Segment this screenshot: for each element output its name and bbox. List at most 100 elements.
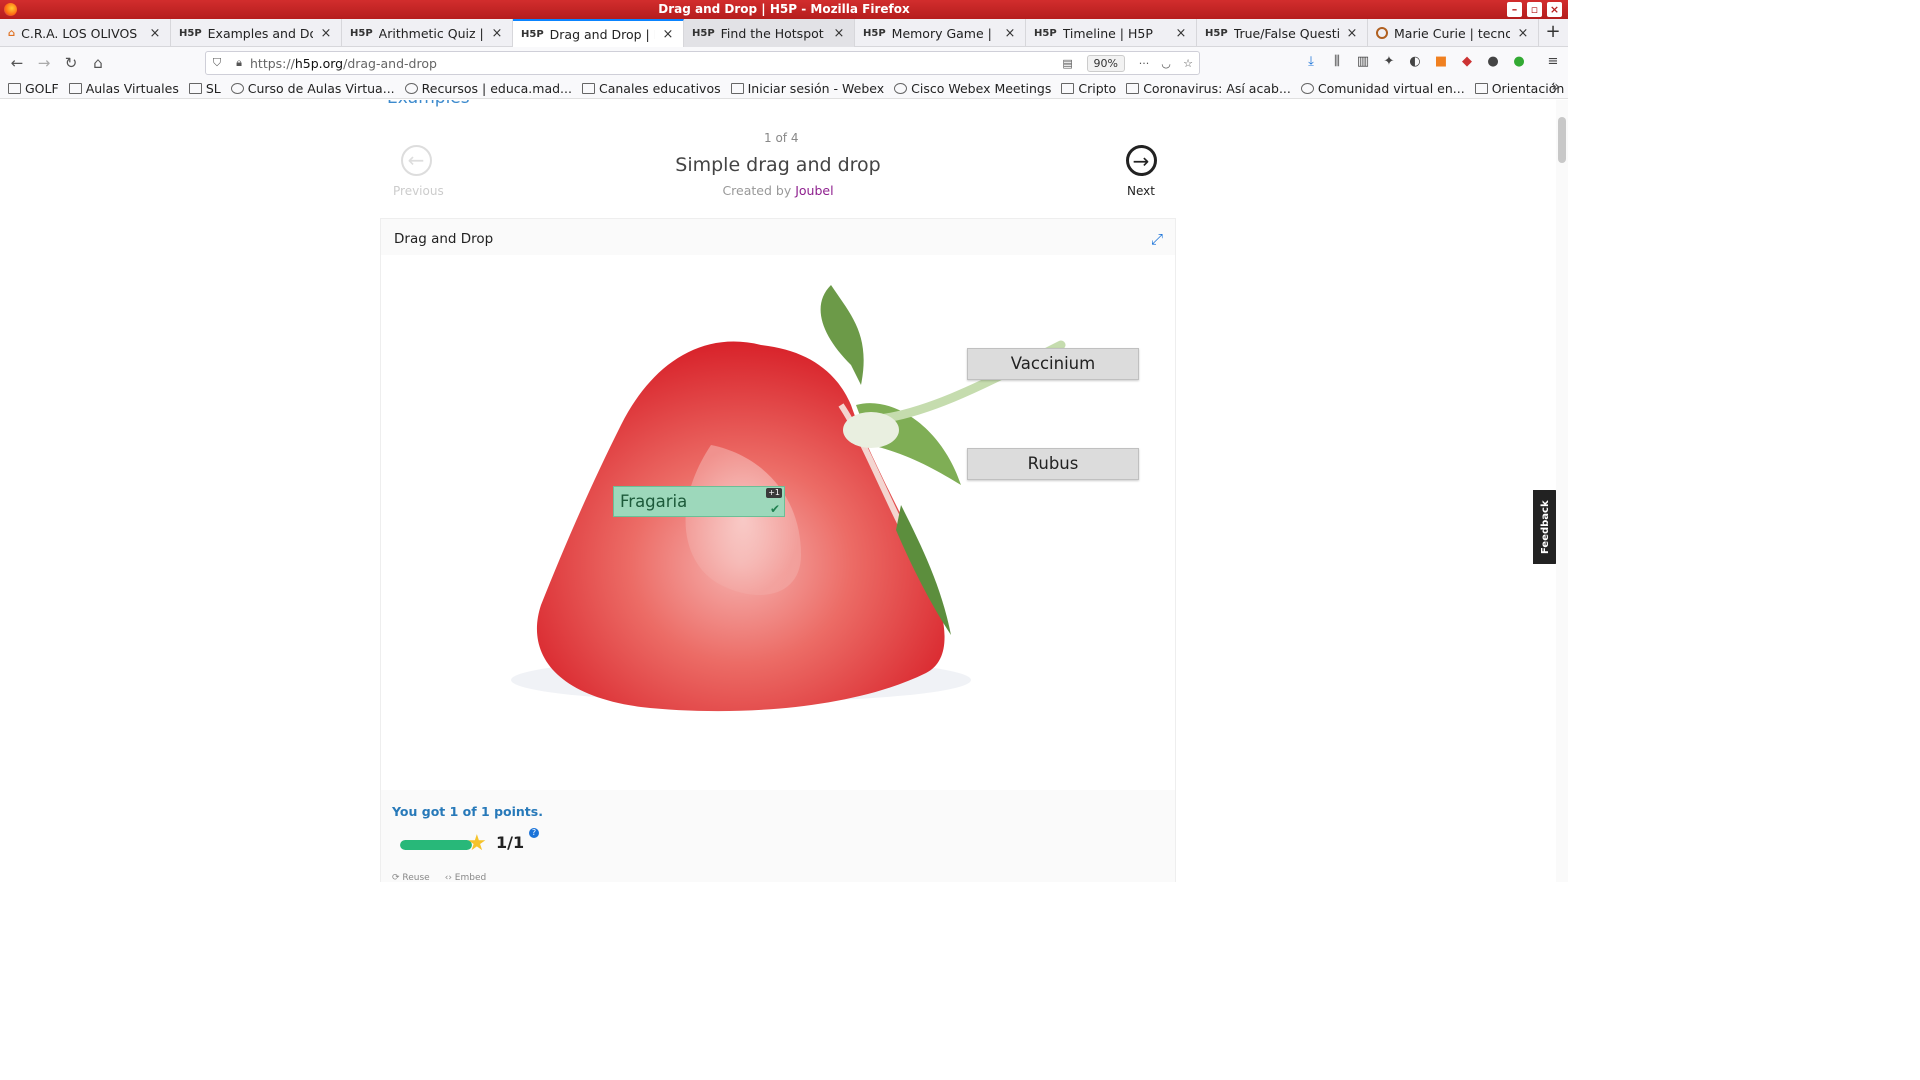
tab-true-false[interactable]: H5P True/False Question ×: [1197, 19, 1368, 47]
tab-arithmetic-quiz[interactable]: H5P Arithmetic Quiz | H5P ×: [342, 19, 513, 47]
minimize-icon[interactable]: –: [1507, 2, 1522, 17]
maximize-icon[interactable]: ▫: [1527, 2, 1542, 17]
previous-button[interactable]: ← Previous: [393, 145, 444, 198]
bookmark-star-icon[interactable]: ☆: [1177, 57, 1199, 70]
extension-icon[interactable]: ◆: [1458, 52, 1476, 72]
fullscreen-icon[interactable]: ⤢: [1148, 230, 1166, 248]
points-badge: +1: [766, 488, 782, 498]
close-tab-icon[interactable]: ×: [148, 26, 162, 41]
folder-icon: [68, 83, 82, 94]
globe-icon: [404, 83, 418, 94]
close-tab-icon[interactable]: ×: [319, 26, 333, 41]
close-tab-icon[interactable]: ×: [1003, 26, 1017, 41]
bookmark-item[interactable]: SL: [188, 81, 221, 96]
pocket-icon[interactable]: ◡: [1155, 57, 1177, 70]
tab-label: C.R.A. LOS OLIVOS: [21, 25, 138, 41]
result-text: You got 1 of 1 points.: [392, 804, 543, 819]
globe-icon: [1300, 83, 1314, 94]
arrow-right-circle-icon: →: [1125, 145, 1157, 176]
h5p-drag-and-drop: Drag and Drop ⤢ Fragaria +1 ✔ Vaccinium …: [380, 218, 1176, 882]
h5p-header: Drag and Drop ⤢: [381, 219, 1175, 255]
back-icon[interactable]: ←: [4, 50, 30, 76]
webex-icon: [894, 83, 908, 94]
bookmarks-toolbar: GOLF Aulas Virtuales SL Curso de Aulas V…: [0, 79, 1568, 99]
bookmark-item[interactable]: Comunidad virtual en...: [1300, 81, 1465, 96]
tab-drag-and-drop[interactable]: H5P Drag and Drop | H5P ×: [513, 19, 684, 47]
navigation-toolbar: ← → ↻ ⌂ ⛉ 🔒︎ https://h5p.org/drag-and-dr…: [0, 47, 1568, 79]
embed-button[interactable]: ‹› Embed: [445, 873, 486, 882]
shield-icon[interactable]: ⛉: [206, 56, 228, 70]
reuse-button[interactable]: ⟳ Reuse: [392, 873, 430, 882]
monitor-icon: [1474, 83, 1488, 94]
help-icon[interactable]: ?: [529, 828, 539, 838]
h5p-favicon-icon: H5P: [1034, 27, 1057, 39]
arrow-left-circle-icon: ←: [400, 145, 432, 176]
bookmark-item[interactable]: Curso de Aulas Virtua...: [230, 81, 395, 96]
url-text[interactable]: https://h5p.org/drag-and-drop: [250, 56, 1057, 71]
url-bar[interactable]: ⛉ 🔒︎ https://h5p.org/drag-and-drop ▤ 90%…: [205, 51, 1200, 75]
star-icon: ★: [467, 831, 487, 856]
draggable-vaccinium[interactable]: Vaccinium: [967, 348, 1139, 380]
previous-label: Previous: [393, 184, 444, 198]
zoom-indicator[interactable]: 90%: [1086, 54, 1125, 72]
home-icon[interactable]: ⌂: [85, 50, 111, 76]
extension-icon[interactable]: ■: [1432, 52, 1450, 72]
author-link[interactable]: Joubel: [795, 183, 833, 198]
page-title: Simple drag and drop: [675, 154, 881, 176]
tab-label: Marie Curie | tecnoru: [1394, 25, 1510, 41]
close-tab-icon[interactable]: ×: [661, 27, 675, 42]
extension-icon[interactable]: ●: [1510, 52, 1528, 72]
score-bar: ★ 1/1 ?: [392, 828, 542, 856]
page-actions-icon[interactable]: ···: [1133, 57, 1155, 70]
tab-memory-game[interactable]: H5P Memory Game | H5P ×: [855, 19, 1026, 47]
bookmark-item[interactable]: GOLF: [8, 81, 59, 96]
bookmark-item[interactable]: Iniciar sesión - Webex: [730, 81, 884, 96]
bookmark-item[interactable]: Canales educativos: [581, 81, 721, 96]
close-tab-icon[interactable]: ×: [832, 26, 846, 41]
reader-view-icon[interactable]: ▤: [1057, 57, 1079, 70]
downloads-icon[interactable]: ⤓: [1302, 52, 1320, 72]
library-icon[interactable]: ⫼: [1328, 52, 1346, 72]
tab-cra-los-olivos[interactable]: ⌂ C.R.A. LOS OLIVOS ×: [0, 19, 171, 47]
bookmark-item[interactable]: Cisco Webex Meetings: [894, 81, 1051, 96]
reload-icon[interactable]: ↻: [58, 50, 84, 76]
menu-icon[interactable]: ≡: [1544, 52, 1562, 72]
bookmark-item[interactable]: Aulas Virtuales: [68, 81, 179, 96]
page-scrollbar[interactable]: [1556, 100, 1568, 882]
tab-examples[interactable]: H5P Examples and Downlo ×: [171, 19, 342, 47]
tab-label: Examples and Downlo: [207, 25, 313, 41]
bookmark-item[interactable]: Coronavirus: Así acab...: [1126, 81, 1291, 96]
close-tab-icon[interactable]: ×: [1345, 26, 1359, 41]
h5p-favicon-icon: H5P: [863, 27, 886, 39]
close-tab-icon[interactable]: ×: [1516, 26, 1530, 41]
new-tab-button[interactable]: +: [1539, 19, 1567, 47]
tab-find-the-hotspot[interactable]: H5P Find the Hotspot | H5 ×: [684, 19, 855, 47]
next-label: Next: [1127, 184, 1155, 198]
extension-icon[interactable]: ◐: [1406, 52, 1424, 72]
h5p-favicon-icon: H5P: [1205, 27, 1228, 39]
bookmark-item[interactable]: Cripto: [1061, 81, 1116, 96]
examples-link[interactable]: Examples: [387, 100, 470, 108]
close-tab-icon[interactable]: ×: [490, 26, 504, 41]
dropzone-fragaria[interactable]: Fragaria +1 ✔: [613, 486, 785, 517]
tab-label: Drag and Drop | H5P: [549, 26, 655, 42]
draggable-rubus[interactable]: Rubus: [967, 448, 1139, 480]
webex-icon: [730, 83, 744, 94]
bookmarks-overflow-icon[interactable]: »: [1551, 79, 1560, 95]
next-button[interactable]: → Next: [1120, 145, 1162, 198]
bookmark-item[interactable]: Recursos | educa.mad...: [404, 81, 572, 96]
extension-icon[interactable]: ●: [1484, 52, 1502, 72]
firefox-logo-icon: [4, 3, 17, 16]
forward-icon[interactable]: →: [31, 50, 57, 76]
lock-icon[interactable]: 🔒︎: [228, 56, 250, 70]
h5p-actions: ⟳ Reuse ‹› Embed: [392, 873, 486, 882]
tab-marie-curie[interactable]: Marie Curie | tecnoru ×: [1368, 19, 1539, 47]
tab-timeline[interactable]: H5P Timeline | H5P ×: [1026, 19, 1197, 47]
feedback-tab[interactable]: Feedback: [1533, 490, 1558, 564]
h5p-favicon-icon: H5P: [692, 27, 715, 39]
close-tab-icon[interactable]: ×: [1174, 26, 1188, 41]
sidebar-icon[interactable]: ▥: [1354, 52, 1372, 72]
extension-icon[interactable]: ✦: [1380, 52, 1398, 72]
close-window-icon[interactable]: ×: [1547, 2, 1562, 17]
scrollbar-thumb[interactable]: [1558, 117, 1566, 163]
